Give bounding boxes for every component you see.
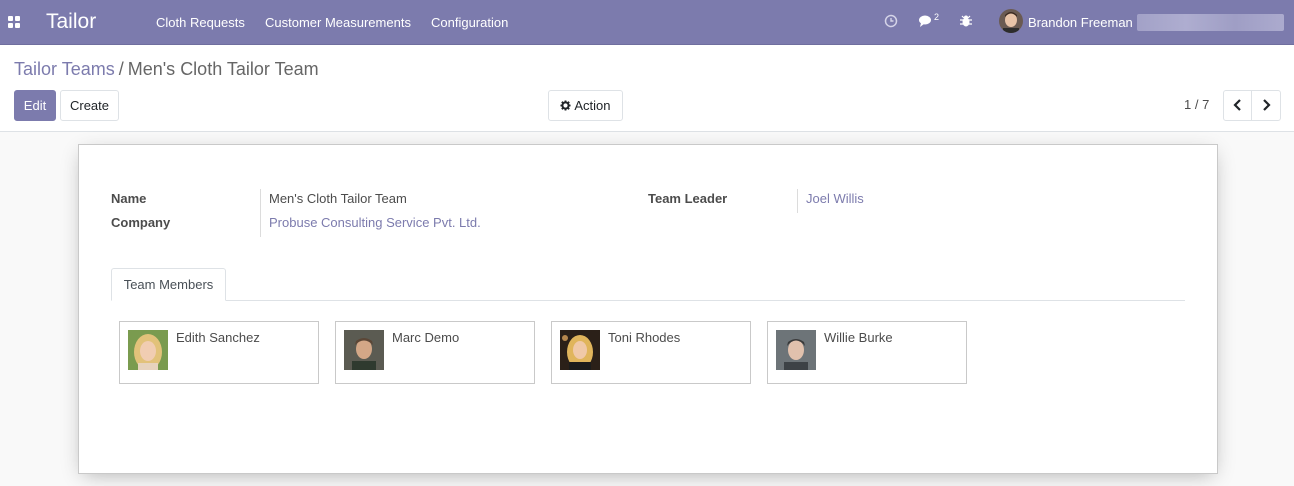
app-brand[interactable]: Tailor — [46, 10, 96, 34]
tab-divider — [111, 300, 1185, 301]
member-name: Willie Burke — [824, 330, 893, 345]
breadcrumb-current: Men's Cloth Tailor Team — [127, 59, 319, 79]
action-button[interactable]: Action — [548, 90, 623, 121]
gear-icon — [560, 100, 572, 111]
breadcrumb-separator: / — [118, 59, 124, 79]
member-photo — [560, 330, 600, 370]
edit-button[interactable]: Edit — [14, 90, 56, 121]
member-photo — [344, 330, 384, 370]
user-name: Brandon Freeman — [1028, 15, 1133, 30]
user-avatar — [999, 9, 1023, 33]
member-photo — [776, 330, 816, 370]
form-sheet: Name Men's Cloth Tailor Team Company Pro… — [78, 144, 1218, 474]
name-label: Name — [111, 191, 147, 206]
create-button[interactable]: Create — [60, 90, 119, 121]
member-name: Marc Demo — [392, 330, 460, 345]
team-leader-link[interactable]: Joel Willis — [806, 191, 864, 206]
member-name: Toni Rhodes — [608, 330, 681, 345]
chat-icon[interactable] — [918, 14, 932, 28]
company-link[interactable]: Probuse Consulting Service Pvt. Ltd. — [269, 215, 481, 230]
pager-next-button[interactable] — [1251, 90, 1281, 121]
chevron-right-icon — [1263, 99, 1271, 111]
member-card[interactable]: Willie Burke — [767, 321, 967, 384]
member-photo — [128, 330, 168, 370]
action-label: Action — [574, 98, 611, 113]
menu-cloth-requests[interactable]: Cloth Requests — [156, 15, 245, 30]
messages-count-badge: 2 — [934, 12, 940, 22]
breadcrumb: Tailor Teams / Men's Cloth Tailor Team — [14, 59, 319, 80]
blurred-database-name — [1137, 14, 1284, 31]
field-divider — [260, 189, 261, 237]
menu-customer-measurements[interactable]: Customer Measurements — [265, 15, 411, 30]
bug-icon[interactable] — [959, 14, 973, 28]
member-card[interactable]: Marc Demo — [335, 321, 535, 384]
apps-icon[interactable] — [8, 16, 20, 28]
team-leader-label: Team Leader — [648, 191, 728, 206]
chevron-left-icon — [1232, 99, 1241, 111]
menu-configuration[interactable]: Configuration — [431, 15, 508, 30]
pager-previous-button[interactable] — [1223, 90, 1252, 121]
member-card[interactable]: Edith Sanchez — [119, 321, 319, 384]
company-label: Company — [111, 215, 171, 230]
member-card[interactable]: Toni Rhodes — [551, 321, 751, 384]
tab-team-members[interactable]: Team Members — [111, 268, 226, 301]
control-panel: Tailor Teams / Men's Cloth Tailor Team Edi… — [0, 45, 1294, 132]
member-name: Edith Sanchez — [176, 330, 260, 345]
pager-value[interactable]: 1 / 7 — [1184, 97, 1209, 112]
clock-icon[interactable] — [884, 14, 898, 28]
name-value: Men's Cloth Tailor Team — [269, 191, 407, 206]
breadcrumb-tailor-teams[interactable]: Tailor Teams — [14, 59, 115, 79]
top-navbar: Tailor Cloth Requests Customer Measureme… — [0, 0, 1294, 45]
field-divider — [797, 189, 798, 213]
